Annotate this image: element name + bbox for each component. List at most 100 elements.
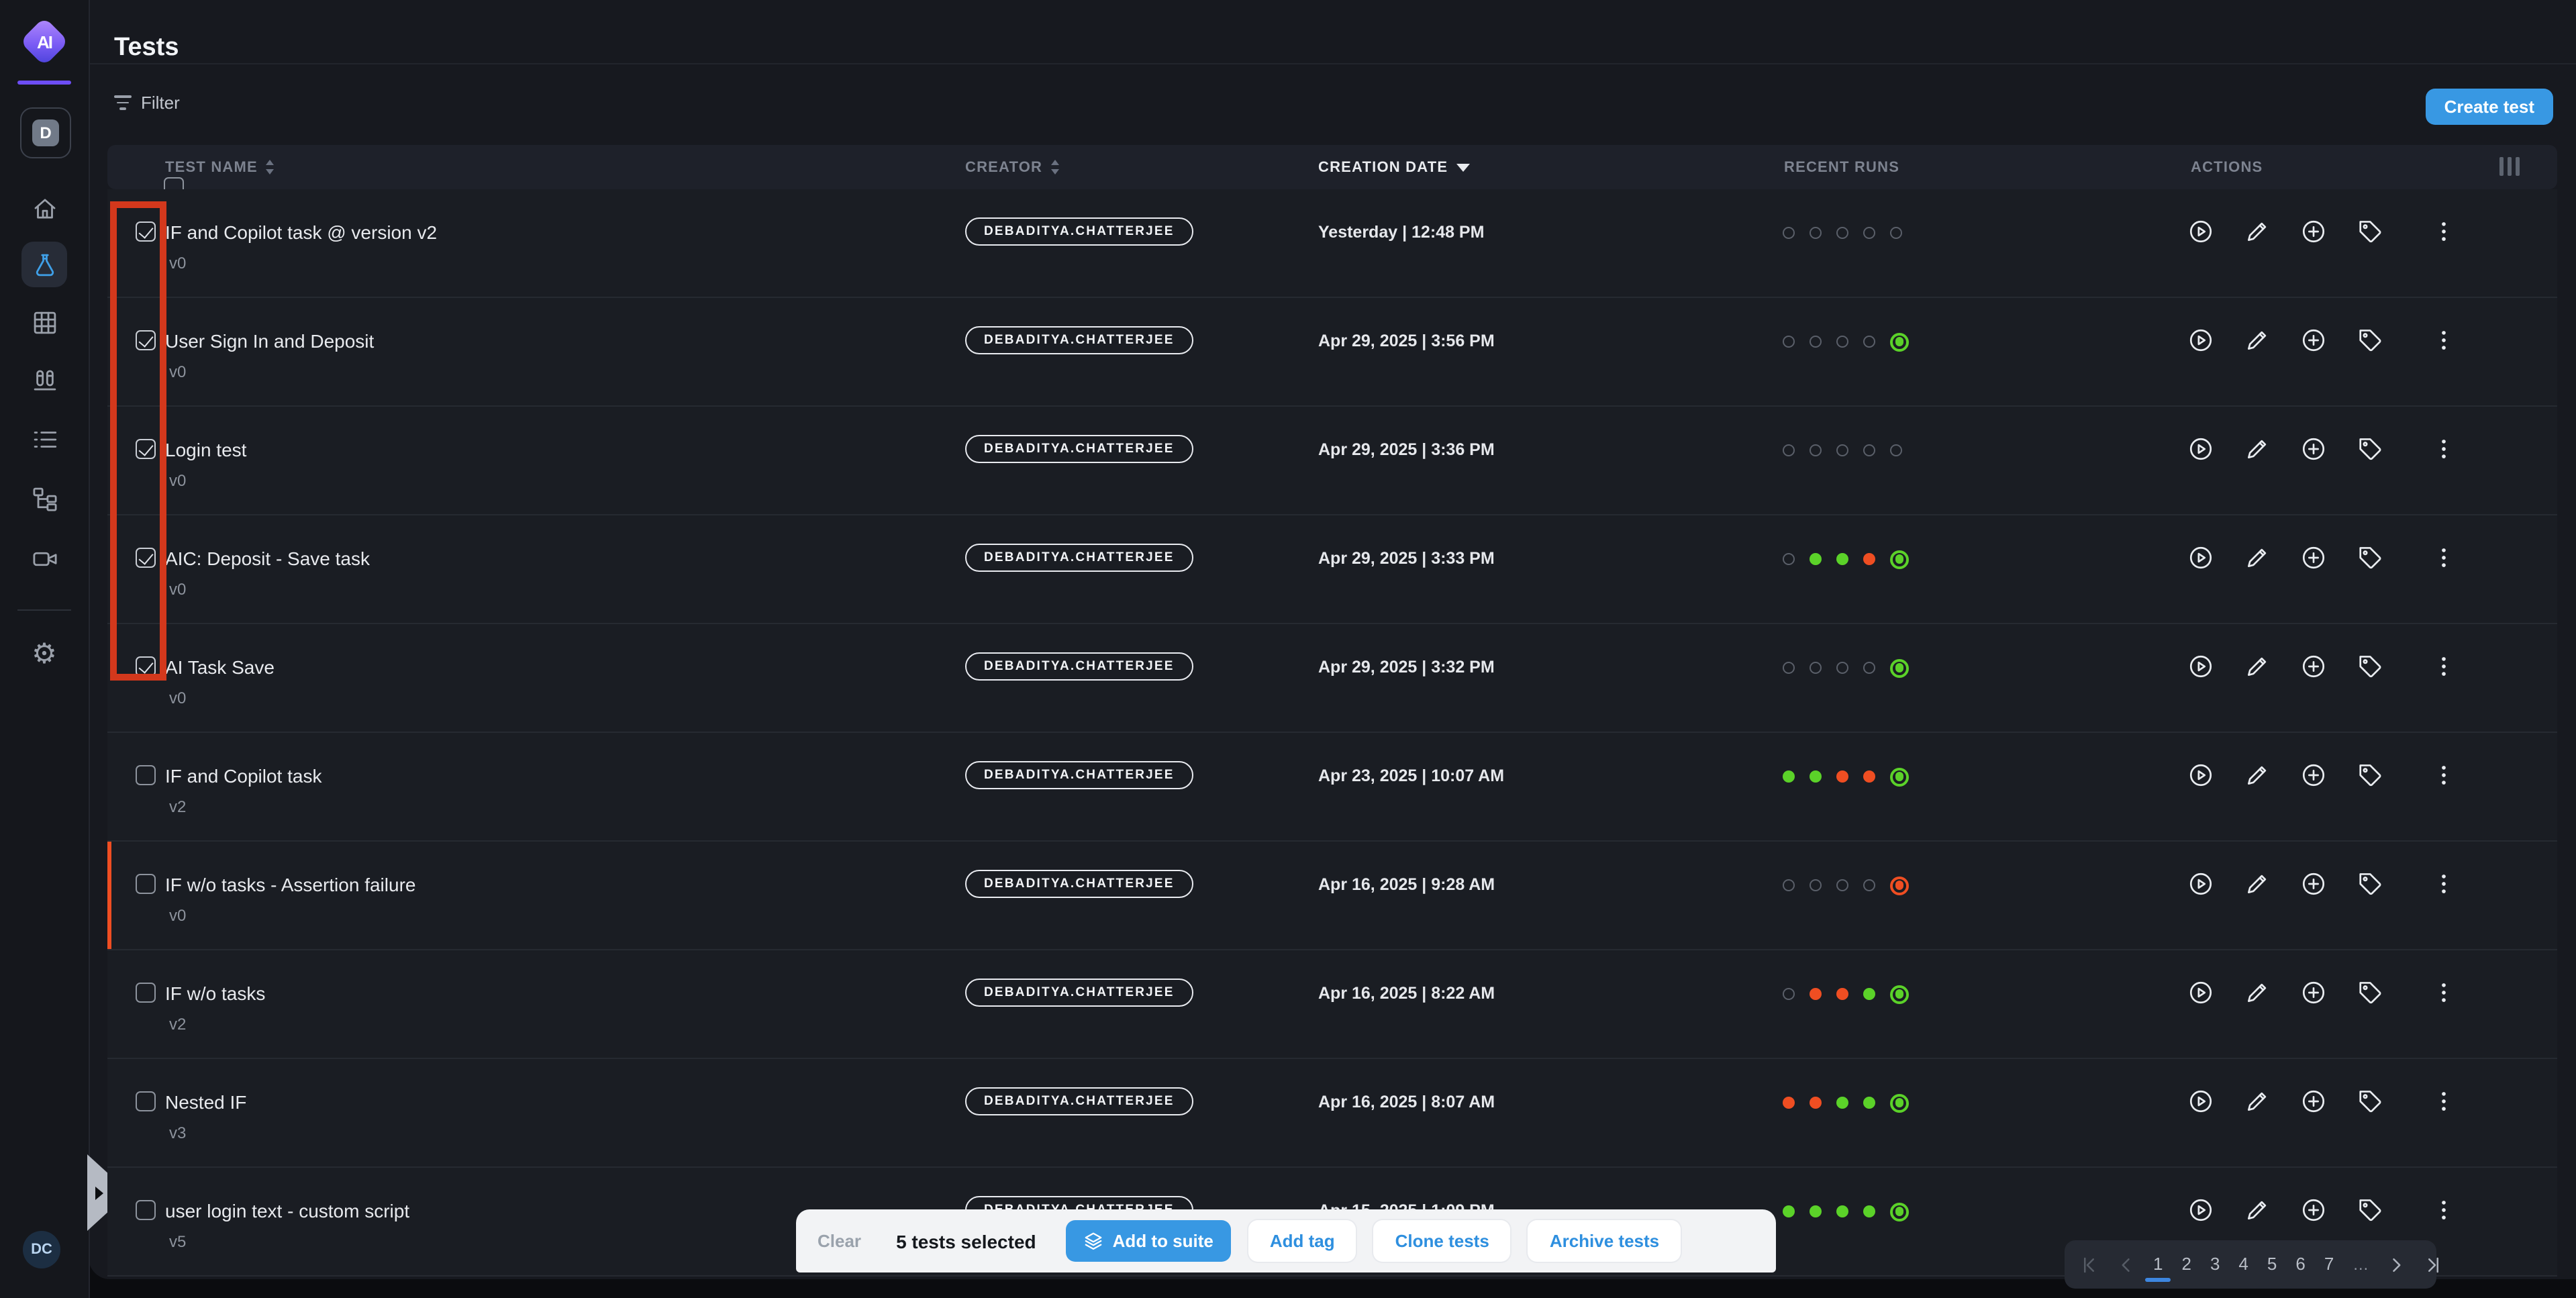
test-row[interactable]: AIC: Deposit - Save task v0 DEBADITYA.CH…	[107, 515, 2557, 624]
test-name[interactable]: AI Task Save	[165, 656, 275, 678]
add-plus-icon[interactable]	[2301, 762, 2326, 788]
test-row[interactable]: IF w/o tasks v2 DEBADITYA.CHATTERJEE Apr…	[107, 950, 2557, 1059]
column-test-name[interactable]: TEST NAME	[165, 145, 274, 189]
page-number[interactable]: 5	[2267, 1240, 2277, 1289]
edit-pencil-icon[interactable]	[2244, 654, 2270, 679]
more-options-icon[interactable]	[2431, 980, 2457, 1005]
more-options-icon[interactable]	[2431, 328, 2457, 353]
more-options-icon[interactable]	[2431, 1197, 2457, 1223]
column-creator[interactable]: CREATOR	[965, 145, 1058, 189]
more-options-icon[interactable]	[2431, 654, 2457, 679]
add-plus-icon[interactable]	[2301, 219, 2326, 244]
clear-selection-button[interactable]: Clear	[818, 1231, 861, 1251]
test-row[interactable]: User Sign In and Deposit v0 DEBADITYA.CH…	[107, 298, 2557, 407]
test-row[interactable]: Login test v0 DEBADITYA.CHATTERJEE Apr 2…	[107, 407, 2557, 515]
run-test-icon[interactable]	[2188, 328, 2214, 353]
test-name[interactable]: IF and Copilot task @ version v2	[165, 221, 437, 243]
page-number[interactable]: 2	[2181, 1240, 2191, 1289]
run-test-icon[interactable]	[2188, 219, 2214, 244]
column-settings-icon[interactable]	[2499, 157, 2520, 176]
sidebar-item-suites[interactable]	[21, 357, 67, 403]
add-tag-button[interactable]: Add tag	[1248, 1220, 1356, 1262]
add-plus-icon[interactable]	[2301, 654, 2326, 679]
test-name[interactable]: Nested IF	[165, 1091, 246, 1113]
tag-icon[interactable]	[2357, 1089, 2383, 1114]
tag-icon[interactable]	[2357, 871, 2383, 897]
run-test-icon[interactable]	[2188, 545, 2214, 570]
test-name[interactable]: Login test	[165, 439, 246, 460]
tag-icon[interactable]	[2357, 219, 2383, 244]
user-avatar[interactable]: DC	[23, 1231, 60, 1268]
row-checkbox[interactable]	[136, 765, 156, 785]
more-options-icon[interactable]	[2431, 436, 2457, 462]
test-name[interactable]: User Sign In and Deposit	[165, 330, 374, 352]
edit-pencil-icon[interactable]	[2244, 219, 2270, 244]
test-row[interactable]: IF and Copilot task @ version v2 v0 DEBA…	[107, 189, 2557, 298]
edit-pencil-icon[interactable]	[2244, 762, 2270, 788]
run-test-icon[interactable]	[2188, 871, 2214, 897]
page-number[interactable]: 7	[2324, 1240, 2334, 1289]
run-test-icon[interactable]	[2188, 980, 2214, 1005]
test-name[interactable]: IF and Copilot task	[165, 765, 321, 787]
column-creation-date[interactable]: CREATION DATE	[1318, 145, 1469, 189]
first-page-button[interactable]	[2081, 1254, 2101, 1275]
test-name[interactable]: AIC: Deposit - Save task	[165, 548, 370, 569]
filter-button[interactable]: Filter	[114, 93, 180, 113]
add-plus-icon[interactable]	[2301, 1197, 2326, 1223]
test-row[interactable]: Nested IF v3 DEBADITYA.CHATTERJEE Apr 16…	[107, 1059, 2557, 1168]
test-name[interactable]: user login text - custom script	[165, 1200, 409, 1221]
more-options-icon[interactable]	[2431, 871, 2457, 897]
tag-icon[interactable]	[2357, 436, 2383, 462]
edit-pencil-icon[interactable]	[2244, 1197, 2270, 1223]
page-number[interactable]: 6	[2295, 1240, 2305, 1289]
add-plus-icon[interactable]	[2301, 545, 2326, 570]
test-name[interactable]: IF w/o tasks - Assertion failure	[165, 874, 415, 895]
tag-icon[interactable]	[2357, 654, 2383, 679]
edit-pencil-icon[interactable]	[2244, 545, 2270, 570]
sidebar-item-settings[interactable]: ⚙	[21, 631, 67, 677]
edit-pencil-icon[interactable]	[2244, 980, 2270, 1005]
test-row[interactable]: IF w/o tasks - Assertion failure v0 DEBA…	[107, 842, 2557, 950]
next-page-button[interactable]	[2385, 1254, 2405, 1275]
last-page-button[interactable]	[2421, 1254, 2441, 1275]
test-name[interactable]: IF w/o tasks	[165, 983, 265, 1004]
add-to-suite-button[interactable]: Add to suite	[1066, 1220, 1231, 1262]
add-plus-icon[interactable]	[2301, 1089, 2326, 1114]
edit-pencil-icon[interactable]	[2244, 871, 2270, 897]
sidebar-item-apps[interactable]	[21, 299, 67, 345]
add-plus-icon[interactable]	[2301, 328, 2326, 353]
tag-icon[interactable]	[2357, 545, 2383, 570]
app-logo[interactable]: AI	[24, 21, 64, 62]
tag-icon[interactable]	[2357, 1197, 2383, 1223]
more-options-icon[interactable]	[2431, 219, 2457, 244]
test-row[interactable]: AI Task Save v0 DEBADITYA.CHATTERJEE Apr…	[107, 624, 2557, 733]
add-plus-icon[interactable]	[2301, 980, 2326, 1005]
sidebar-item-recordings[interactable]	[21, 536, 67, 581]
page-number[interactable]: 1	[2153, 1240, 2163, 1289]
test-row[interactable]: IF and Copilot task v2 DEBADITYA.CHATTER…	[107, 733, 2557, 842]
add-plus-icon[interactable]	[2301, 436, 2326, 462]
run-test-icon[interactable]	[2188, 1089, 2214, 1114]
page-number[interactable]: 3	[2210, 1240, 2220, 1289]
tag-icon[interactable]	[2357, 762, 2383, 788]
archive-tests-button[interactable]: Archive tests	[1528, 1220, 1681, 1262]
sidebar-item-tests[interactable]	[21, 242, 67, 287]
run-test-icon[interactable]	[2188, 1197, 2214, 1223]
page-number[interactable]: 4	[2238, 1240, 2248, 1289]
prev-page-button[interactable]	[2117, 1254, 2137, 1275]
tag-icon[interactable]	[2357, 328, 2383, 353]
row-checkbox[interactable]	[136, 874, 156, 894]
run-test-icon[interactable]	[2188, 654, 2214, 679]
run-test-icon[interactable]	[2188, 436, 2214, 462]
tag-icon[interactable]	[2357, 980, 2383, 1005]
more-options-icon[interactable]	[2431, 545, 2457, 570]
sidebar-item-runs-list[interactable]	[21, 416, 67, 462]
sidebar-item-workflows[interactable]	[21, 475, 67, 521]
edit-pencil-icon[interactable]	[2244, 328, 2270, 353]
row-checkbox[interactable]	[136, 1200, 156, 1220]
row-checkbox[interactable]	[136, 1091, 156, 1111]
create-test-button[interactable]: Create test	[2426, 89, 2553, 125]
more-options-icon[interactable]	[2431, 1089, 2457, 1114]
clone-tests-button[interactable]: Clone tests	[1374, 1220, 1511, 1262]
sidebar-item-home[interactable]	[21, 185, 67, 231]
